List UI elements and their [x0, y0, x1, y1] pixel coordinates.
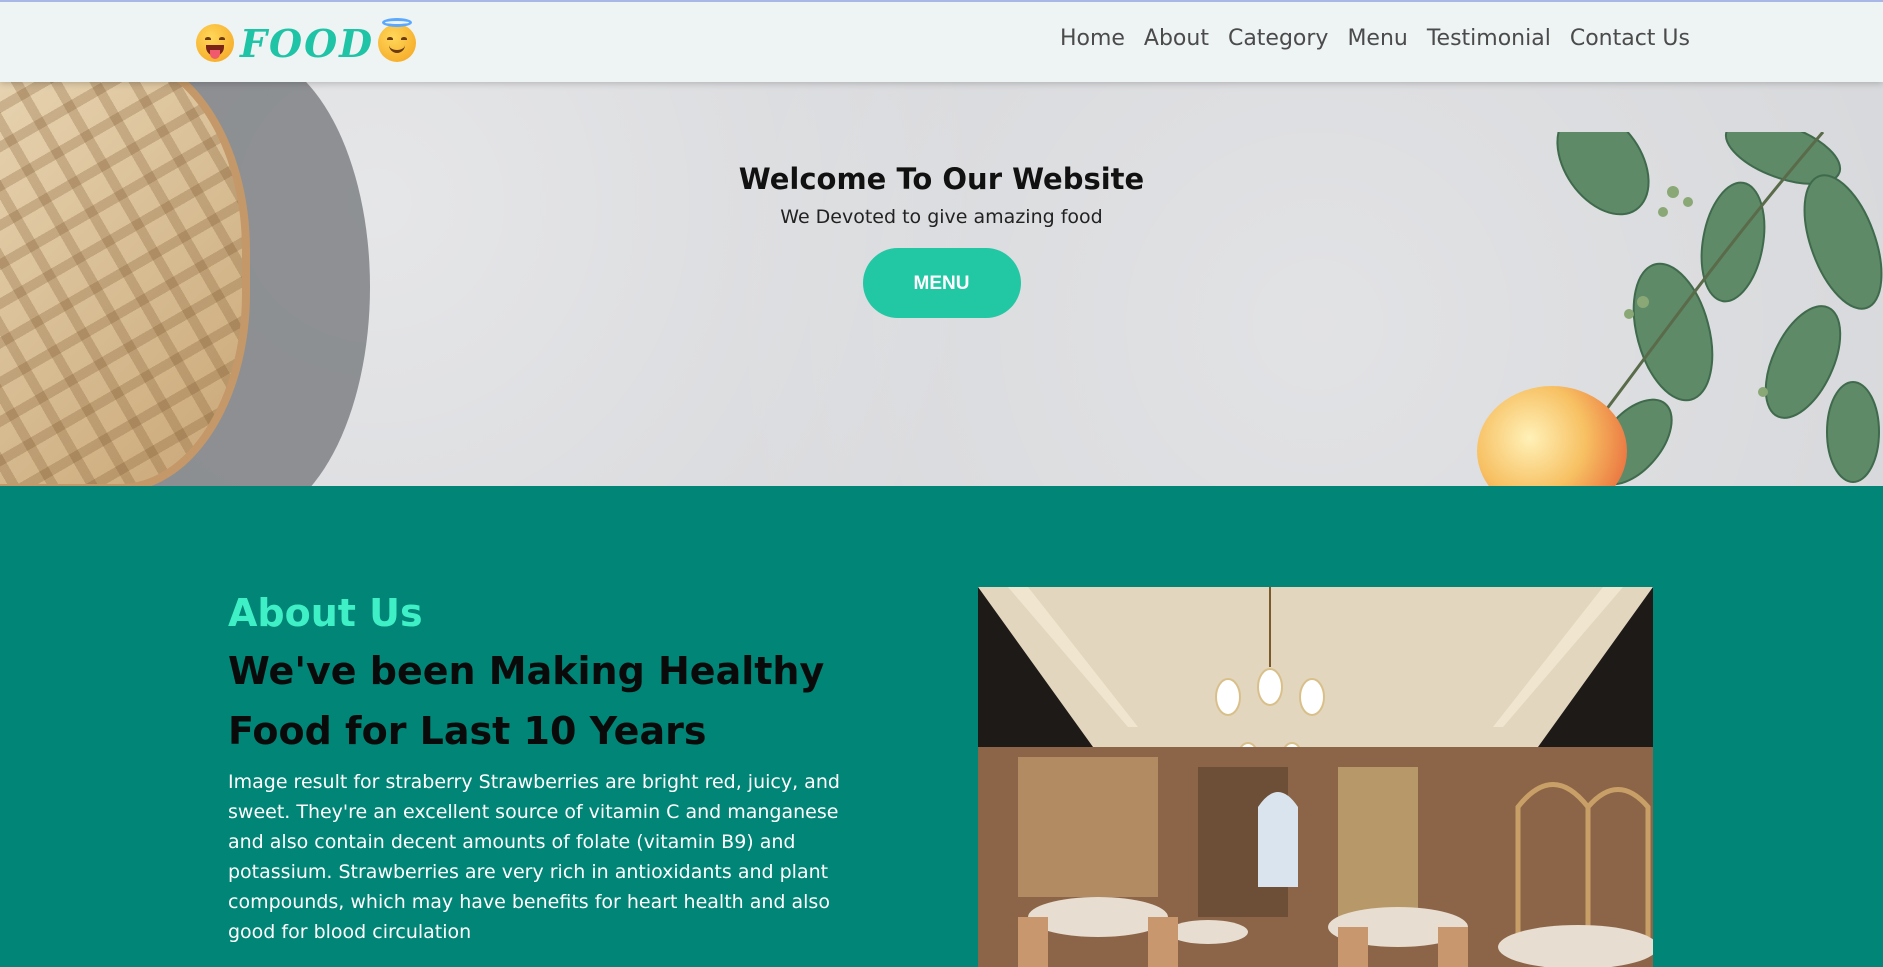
- menu-button[interactable]: MENU: [862, 248, 1021, 318]
- hero-subtitle: We Devoted to give amazing food: [780, 206, 1103, 228]
- restaurant-interior-image: [978, 587, 1653, 967]
- nav-item-home[interactable]: Home: [1060, 26, 1125, 51]
- nav-item-testimonial[interactable]: Testimonial: [1427, 26, 1551, 51]
- nav-item-contact[interactable]: Contact Us: [1570, 26, 1690, 51]
- brand-name: FOOD: [240, 20, 375, 66]
- hero-banner: Welcome To Our Website We Devoted to giv…: [0, 82, 1883, 486]
- nav-item-category[interactable]: Category: [1228, 26, 1329, 51]
- about-tag: About Us: [228, 591, 423, 635]
- about-description: Image result for straberry Strawberries …: [228, 771, 840, 943]
- about-heading: We've been Making Healthy Food for Last …: [228, 649, 825, 753]
- brand-logo[interactable]: FOOD: [196, 18, 417, 66]
- hero-title: Welcome To Our Website: [738, 162, 1145, 196]
- nav-item-about[interactable]: About: [1144, 26, 1209, 51]
- yum-face-icon: [196, 24, 234, 62]
- hero-content: Welcome To Our Website We Devoted to giv…: [0, 162, 1883, 318]
- about-section: About Us We've been Making Healthy Food …: [0, 486, 1883, 967]
- about-text-column: About Us We've been Making Healthy Food …: [228, 591, 878, 947]
- navbar: FOOD Home About Category Menu Testimonia…: [0, 0, 1883, 82]
- nav-menu: Home About Category Menu Testimonial Con…: [1060, 26, 1690, 51]
- halo-face-icon: [378, 18, 417, 62]
- nav-item-menu[interactable]: Menu: [1347, 26, 1407, 51]
